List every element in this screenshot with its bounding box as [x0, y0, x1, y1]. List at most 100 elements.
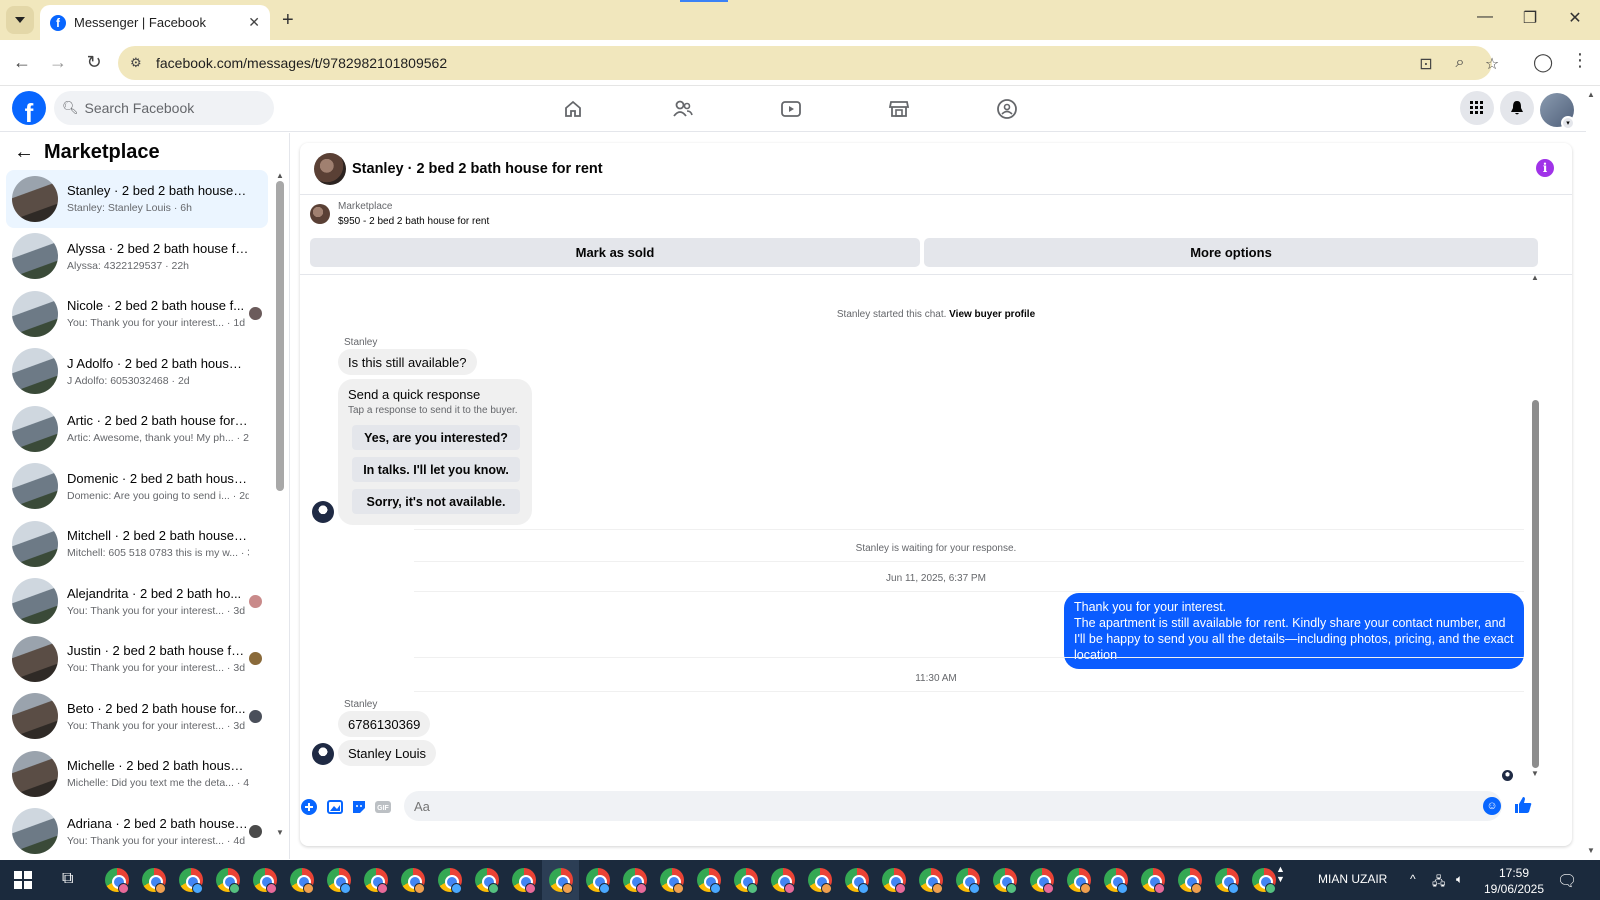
video-nav-icon[interactable] — [776, 94, 806, 124]
account-dropdown-icon[interactable]: ▾ — [1561, 116, 1575, 130]
notification-center-icon[interactable]: 🗨︎ — [1557, 871, 1577, 891]
emoji-icon[interactable]: ☺ — [1483, 797, 1501, 815]
friends-nav-icon[interactable] — [668, 94, 698, 124]
chrome-taskbar-icon[interactable] — [690, 860, 727, 900]
browser-tab[interactable]: f Messenger | Facebook ✕ — [40, 5, 270, 40]
gif-icon[interactable]: GIF — [374, 798, 392, 816]
chrome-taskbar-icon[interactable] — [283, 860, 320, 900]
view-buyer-profile-link[interactable]: View buyer profile — [949, 309, 1035, 320]
conversation-item[interactable]: Nicole · 2 bed 2 bath house f... You: Tha… — [6, 285, 268, 343]
chrome-taskbar-icon[interactable] — [1097, 860, 1134, 900]
quick-reply-button[interactable]: Sorry, it's not available. — [352, 489, 520, 514]
chrome-taskbar-icon[interactable] — [653, 860, 690, 900]
back-button[interactable]: ← — [10, 52, 34, 73]
more-options-button[interactable]: More options — [924, 238, 1538, 267]
quick-reply-button[interactable]: Yes, are you interested? — [352, 425, 520, 450]
chrome-taskbar-icon[interactable] — [838, 860, 875, 900]
chrome-taskbar-icon[interactable] — [1208, 860, 1245, 900]
message-input[interactable] — [404, 791, 1502, 821]
windows-start-icon[interactable] — [14, 871, 32, 889]
quick-reply-button[interactable]: In talks. I'll let you know. — [352, 457, 520, 482]
chrome-taskbar-icon[interactable] — [912, 860, 949, 900]
scroll-down-arrow-icon[interactable]: ▼ — [1531, 769, 1539, 778]
thumbs-up-icon[interactable] — [1514, 796, 1532, 819]
search-field[interactable]: 🔍︎ Search Facebook — [54, 91, 274, 125]
conversation-item[interactable]: Alyssa · 2 bed 2 bath house for ... Alyss… — [6, 228, 268, 286]
restore-button[interactable]: ❐ — [1515, 8, 1545, 28]
facebook-logo[interactable]: f — [12, 91, 46, 125]
chrome-taskbar-icon[interactable] — [172, 860, 209, 900]
chrome-taskbar-icon[interactable] — [764, 860, 801, 900]
chrome-taskbar-icon[interactable] — [357, 860, 394, 900]
profile-icon[interactable]: ◯ — [1533, 52, 1553, 73]
chrome-taskbar-icon[interactable] — [727, 860, 764, 900]
groups-nav-icon[interactable] — [992, 94, 1022, 124]
sidebar-scrollbar[interactable] — [276, 181, 284, 491]
chrome-taskbar-icon[interactable] — [1171, 860, 1208, 900]
chrome-taskbar-icon[interactable] — [1023, 860, 1060, 900]
chrome-taskbar-icon[interactable] — [875, 860, 912, 900]
sticker-icon[interactable] — [350, 798, 368, 816]
network-icon[interactable]: 🖧︎ — [1432, 872, 1445, 893]
chrome-taskbar-icon[interactable] — [1060, 860, 1097, 900]
chat-title[interactable]: Stanley · 2 bed 2 bath house for rent — [352, 161, 603, 177]
conversation-item[interactable]: Justin · 2 bed 2 bath house fo... You: Th… — [6, 630, 268, 688]
conversation-item[interactable]: Stanley · 2 bed 2 bath house for... Stanl… — [6, 170, 268, 228]
install-app-icon[interactable]: ⊡ — [1416, 54, 1436, 74]
close-tab-icon[interactable]: ✕ — [248, 14, 260, 31]
address-bar[interactable]: ⚙ facebook.com/messages/t/97829821018095… — [118, 46, 1499, 80]
conversation-item[interactable]: J Adolfo · 2 bed 2 bath house f... J Adol… — [6, 343, 268, 401]
reload-button[interactable]: ↻ — [82, 52, 106, 73]
conversation-item[interactable]: Beto · 2 bed 2 bath house for... You: Tha… — [6, 688, 268, 746]
chrome-taskbar-icon[interactable] — [135, 860, 172, 900]
new-tab-button[interactable]: + — [282, 9, 294, 32]
taskbar-user-name[interactable]: MIAN UZAIR — [1318, 872, 1387, 886]
chrome-taskbar-icon[interactable] — [394, 860, 431, 900]
chrome-taskbar-icon[interactable] — [542, 860, 579, 900]
chrome-taskbar-icon[interactable] — [505, 860, 542, 900]
site-settings-icon[interactable]: ⚙ — [130, 55, 142, 71]
mark-as-sold-button[interactable]: Mark as sold — [310, 238, 920, 267]
close-window-button[interactable]: ✕ — [1560, 8, 1590, 28]
chrome-taskbar-icon[interactable] — [616, 860, 653, 900]
conversation-item[interactable]: Mitchell · 2 bed 2 bath house fo... Mitch… — [6, 515, 268, 573]
chat-scrollbar[interactable] — [1532, 400, 1539, 768]
conversation-item[interactable]: Domenic · 2 bed 2 bath house f... Domenic… — [6, 458, 268, 516]
scroll-down-arrow-icon[interactable]: ▼ — [276, 828, 284, 837]
scroll-up-arrow-icon[interactable]: ▲ — [276, 171, 284, 180]
forward-button[interactable]: → — [46, 52, 70, 73]
zoom-icon[interactable]: ⌕ — [1450, 54, 1470, 72]
chrome-taskbar-icon[interactable] — [431, 860, 468, 900]
bookmark-star-icon[interactable]: ☆ — [1482, 54, 1502, 74]
sender-avatar[interactable] — [312, 743, 334, 765]
menu-grid-button[interactable] — [1460, 91, 1494, 125]
conversation-item[interactable]: Alejandrita · 2 bed 2 bath ho... You: Tha… — [6, 573, 268, 631]
sender-avatar[interactable] — [312, 501, 334, 523]
conversation-item[interactable]: Artic · 2 bed 2 bath house for re... Arti… — [6, 400, 268, 458]
conversation-item[interactable]: Adriana · 2 bed 2 bath house ... You: Tha… — [6, 803, 268, 860]
minimize-button[interactable]: — — [1470, 8, 1500, 26]
chrome-taskbar-icon[interactable] — [579, 860, 616, 900]
plus-circle-icon[interactable] — [300, 798, 318, 816]
show-hidden-icons-icon[interactable]: ^ — [1410, 872, 1416, 886]
photo-icon[interactable] — [326, 798, 344, 816]
taskbar-scroll-icon[interactable]: ▲ ▼ — [1276, 864, 1285, 884]
chrome-taskbar-icon[interactable] — [98, 860, 135, 900]
chrome-taskbar-icon[interactable] — [1134, 860, 1171, 900]
task-view-icon[interactable]: ⧉ — [62, 870, 73, 888]
marketplace-nav-icon[interactable] — [884, 94, 914, 124]
chrome-taskbar-icon[interactable] — [246, 860, 283, 900]
scroll-up-arrow-icon[interactable]: ▲ — [1531, 273, 1539, 282]
back-arrow-icon[interactable]: ← — [14, 141, 34, 164]
chat-avatar[interactable] — [314, 152, 346, 185]
chrome-taskbar-icon[interactable] — [986, 860, 1023, 900]
conversation-item[interactable]: Michelle · 2 bed 2 bath house f... Michel… — [6, 745, 268, 803]
chrome-taskbar-icon[interactable] — [320, 860, 357, 900]
chrome-taskbar-icon[interactable] — [468, 860, 505, 900]
listing-summary[interactable]: Marketplace $950 - 2 bed 2 bath house fo… — [310, 201, 489, 227]
chrome-taskbar-icon[interactable] — [801, 860, 838, 900]
volume-icon[interactable]: 🔈︎ — [1456, 872, 1463, 887]
info-icon[interactable]: i — [1536, 159, 1554, 177]
taskbar-clock[interactable]: 17:59 19/06/2025 — [1478, 865, 1550, 897]
page-scroll-down-icon[interactable]: ▼ — [1587, 846, 1595, 855]
